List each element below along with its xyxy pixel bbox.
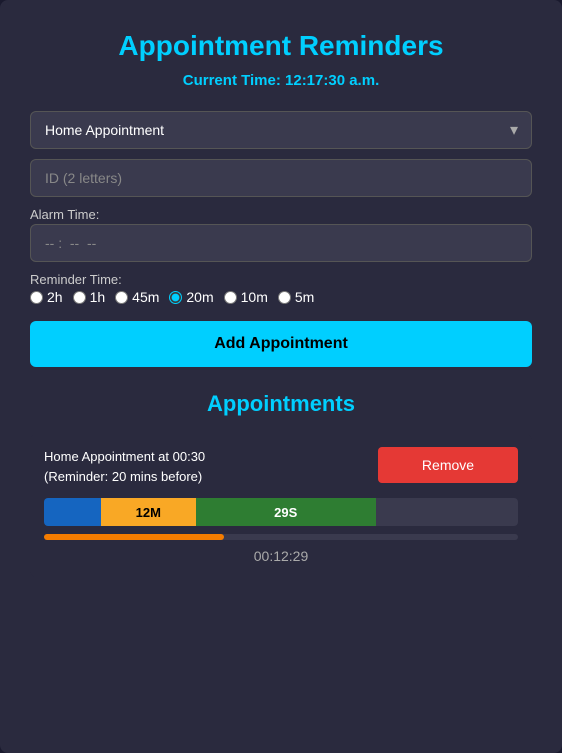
appointment-name: Home Appointment at 00:30: [44, 447, 205, 467]
countdown-display: 00:12:29: [44, 548, 518, 564]
appointment-info: Home Appointment at 00:30 (Reminder: 20 …: [44, 447, 205, 486]
reminder-radio-5m[interactable]: [278, 291, 291, 304]
orange-progress-fill: [44, 534, 224, 540]
reminder-option-2h[interactable]: 2h: [30, 289, 63, 305]
appointment-type-select[interactable]: Home Appointment Doctor Appointment Work…: [30, 111, 532, 149]
appointments-section-title: Appointments: [30, 391, 532, 417]
alarm-time-field-group: Alarm Time:: [30, 207, 532, 262]
appointment-reminder: (Reminder: 20 mins before): [44, 467, 205, 487]
progress-yellow-segment: 12M: [101, 498, 196, 526]
reminder-time-label: Reminder Time:: [30, 272, 532, 287]
reminder-option-1h[interactable]: 1h: [73, 289, 106, 305]
progress-green-segment: 29S: [196, 498, 376, 526]
reminder-option-10m[interactable]: 10m: [224, 289, 268, 305]
reminder-radio-45m[interactable]: [115, 291, 128, 304]
progress-bar: 12M 29S: [44, 498, 518, 526]
app-title: Appointment Reminders: [30, 30, 532, 62]
appointment-form: Home Appointment Doctor Appointment Work…: [30, 111, 532, 367]
appointment-type-wrapper: Home Appointment Doctor Appointment Work…: [30, 111, 532, 149]
id-input[interactable]: [30, 159, 532, 197]
remove-button[interactable]: Remove: [378, 447, 518, 483]
reminder-radio-group: 2h 1h 45m 20m 10m 5m: [30, 289, 532, 305]
current-time: Current Time: 12:17:30 a.m.: [30, 72, 532, 89]
reminder-option-20m[interactable]: 20m: [169, 289, 213, 305]
alarm-time-label: Alarm Time:: [30, 207, 532, 222]
reminder-radio-1h[interactable]: [73, 291, 86, 304]
reminder-time-field-group: Reminder Time: 2h 1h 45m 20m 10m: [30, 272, 532, 305]
reminder-option-45m[interactable]: 45m: [115, 289, 159, 305]
reminder-radio-20m[interactable]: [169, 291, 182, 304]
progress-dark-segment: [376, 498, 518, 526]
reminder-option-5m[interactable]: 5m: [278, 289, 314, 305]
alarm-time-input[interactable]: [30, 224, 532, 262]
progress-blue-segment: [44, 498, 101, 526]
reminder-radio-10m[interactable]: [224, 291, 237, 304]
app-container: Appointment Reminders Current Time: 12:1…: [0, 0, 562, 753]
orange-progress-bar: [44, 534, 518, 540]
appointment-header: Home Appointment at 00:30 (Reminder: 20 …: [44, 447, 518, 486]
appointment-card: Home Appointment at 00:30 (Reminder: 20 …: [30, 433, 532, 578]
add-appointment-button[interactable]: Add Appointment: [30, 321, 532, 367]
reminder-radio-2h[interactable]: [30, 291, 43, 304]
